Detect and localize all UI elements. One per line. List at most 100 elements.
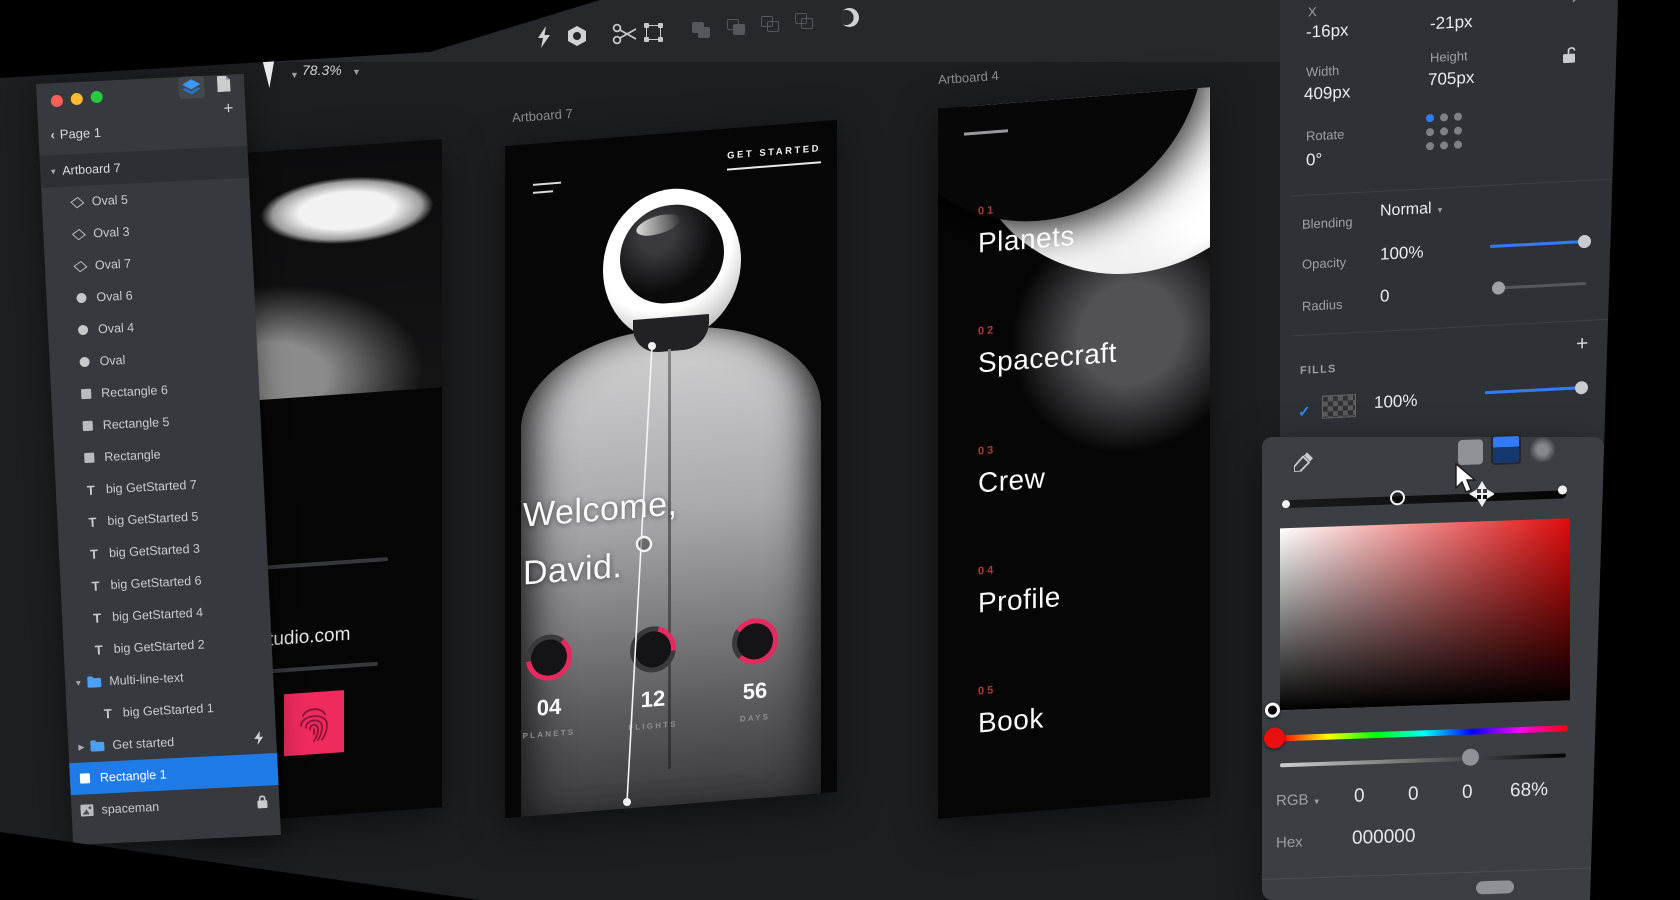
fill-opacity-value[interactable]: 100% xyxy=(1374,391,1417,413)
hex-value[interactable]: 000000 xyxy=(1352,826,1415,850)
rectangle-icon xyxy=(80,419,95,434)
disclosure-icon[interactable]: ▼ xyxy=(73,678,83,687)
rotate-handle-icon[interactable] xyxy=(1570,0,1588,5)
lightning-badge-icon xyxy=(254,731,265,745)
hue-slider[interactable] xyxy=(1280,725,1568,741)
rotate-value[interactable]: 0° xyxy=(1306,150,1322,171)
artboard-7[interactable]: GET STARTED Welcome, David. 04 PLANETS 1… xyxy=(505,120,837,818)
close-window-button[interactable] xyxy=(51,95,64,108)
rectangle-icon xyxy=(82,451,97,466)
menu-number: 04 xyxy=(978,559,1061,578)
minimize-window-button[interactable] xyxy=(70,93,83,106)
text-layer-icon: T xyxy=(84,482,99,497)
x-label: X xyxy=(1308,4,1317,19)
layer-name: Oval 6 xyxy=(96,289,133,305)
fill-opacity-slider[interactable] xyxy=(1485,386,1582,394)
disclosure-icon[interactable]: ▶ xyxy=(76,742,86,751)
menu-item-book[interactable]: 05 Book xyxy=(978,680,1044,739)
menu-label: Book xyxy=(978,702,1044,739)
boolean-intersect-icon[interactable] xyxy=(761,16,781,34)
fill-type-solid-button[interactable] xyxy=(1458,439,1483,465)
saturation-value-area[interactable] xyxy=(1280,518,1570,710)
green-value[interactable]: 0 xyxy=(1408,784,1419,806)
rgb-dropdown[interactable]: RGB ▼ xyxy=(1276,791,1321,810)
lock-icon xyxy=(257,795,268,808)
mask-moon-icon[interactable] xyxy=(840,8,859,27)
alpha-knob[interactable] xyxy=(1462,748,1479,766)
red-value[interactable]: 0 xyxy=(1354,785,1365,807)
disclosure-icon[interactable]: ▼ xyxy=(48,167,58,176)
layer-name: big GetStarted 6 xyxy=(110,574,202,592)
text-layer-icon: T xyxy=(88,578,103,593)
radius-slider[interactable] xyxy=(1492,282,1586,290)
layer-name: big GetStarted 1 xyxy=(122,701,214,719)
cursor-tool-icon[interactable] xyxy=(266,60,278,87)
stat-value: 12 xyxy=(641,685,665,713)
hexagon-icon[interactable] xyxy=(566,25,588,47)
scissors-icon[interactable] xyxy=(612,22,638,46)
text-layer-icon: T xyxy=(87,546,102,561)
menu-item-planets[interactable]: 01 Planets xyxy=(978,198,1075,260)
menu-item-profile[interactable]: 04 Profile xyxy=(978,559,1061,620)
alpha-slider[interactable] xyxy=(1280,753,1566,767)
unlock-ratio-icon[interactable] xyxy=(1563,46,1577,64)
hue-knob[interactable] xyxy=(1264,727,1285,749)
opacity-slider[interactable] xyxy=(1490,240,1586,248)
anchor-point-grid[interactable] xyxy=(1426,112,1462,150)
text-layer-icon: T xyxy=(100,706,115,721)
x-value[interactable]: -16px xyxy=(1306,20,1349,42)
artboard-4[interactable]: 01 Planets 02 Spacecraft 03 Crew 04 Prof… xyxy=(938,87,1210,818)
zoom-level[interactable]: 78.3% xyxy=(302,62,342,78)
width-value[interactable]: 409px xyxy=(1304,82,1350,104)
progress-ring xyxy=(630,625,676,675)
opacity-label: Opacity xyxy=(1302,255,1346,272)
zoom-caret[interactable]: ▼ xyxy=(352,67,361,77)
fill-type-pattern-button[interactable] xyxy=(1530,437,1555,463)
layer-name: Oval 5 xyxy=(91,193,128,209)
page-breadcrumb[interactable]: ‹Page 1 xyxy=(50,125,101,142)
get-started-link[interactable]: GET STARTED xyxy=(727,143,821,170)
rgb-label: RGB xyxy=(1276,791,1309,809)
color-picker-popover: RGB ▼ 0 0 0 68% Hex 000000 xyxy=(1262,437,1604,900)
cursor-tool-caret[interactable]: ▼ xyxy=(290,70,299,80)
height-label: Height xyxy=(1430,48,1468,65)
gradient-stop-strip[interactable] xyxy=(1286,490,1566,508)
fill-enabled-checkbox[interactable]: ✓ xyxy=(1298,402,1311,421)
boolean-difference-icon[interactable] xyxy=(795,13,815,31)
eyedropper-icon[interactable] xyxy=(1294,451,1314,472)
layer-name: Multi-line-text xyxy=(109,671,184,689)
stat-value: 56 xyxy=(743,677,767,705)
fill-color-swatch[interactable] xyxy=(1322,394,1356,419)
radius-value[interactable]: 0 xyxy=(1380,286,1389,306)
progress-ring xyxy=(526,633,572,683)
opacity-value[interactable]: 100% xyxy=(1380,242,1423,264)
blue-value[interactable]: 0 xyxy=(1462,782,1473,804)
boolean-union-icon[interactable] xyxy=(692,22,712,40)
oval-filled-icon xyxy=(76,323,91,338)
menu-label: Profile xyxy=(978,581,1061,620)
radius-label: Radius xyxy=(1302,297,1342,314)
y-value[interactable]: -21px xyxy=(1430,12,1473,34)
layer-name: Rectangle xyxy=(104,447,161,464)
color-selector-handle[interactable] xyxy=(1265,702,1280,718)
pages-panel-button[interactable] xyxy=(210,72,237,95)
boolean-subtract-icon[interactable] xyxy=(727,19,747,37)
height-value[interactable]: 705px xyxy=(1428,68,1474,90)
layer-name: big GetStarted 2 xyxy=(113,637,205,655)
menu-item-spacecraft[interactable]: 02 Spacecraft xyxy=(978,315,1117,380)
add-page-button[interactable]: + xyxy=(223,98,234,118)
zoom-window-button[interactable] xyxy=(90,91,103,104)
layer-name: big GetStarted 5 xyxy=(107,510,199,528)
vector-box-icon[interactable] xyxy=(646,25,661,40)
layers-panel-button[interactable] xyxy=(178,76,205,99)
add-fill-button[interactable]: + xyxy=(1576,332,1588,357)
alpha-value[interactable]: 68% xyxy=(1510,779,1548,802)
fingerprint-button[interactable] xyxy=(284,690,344,756)
hamburger-menu-icon[interactable] xyxy=(533,182,561,194)
blending-select[interactable]: Normal ▼ xyxy=(1380,199,1444,220)
next-row-fragment xyxy=(1476,880,1514,894)
menu-item-crew[interactable]: 03 Crew xyxy=(978,440,1045,499)
blending-value: Normal xyxy=(1380,200,1432,220)
fill-type-gradient-button[interactable] xyxy=(1491,434,1521,465)
lightning-icon[interactable] xyxy=(536,26,552,48)
